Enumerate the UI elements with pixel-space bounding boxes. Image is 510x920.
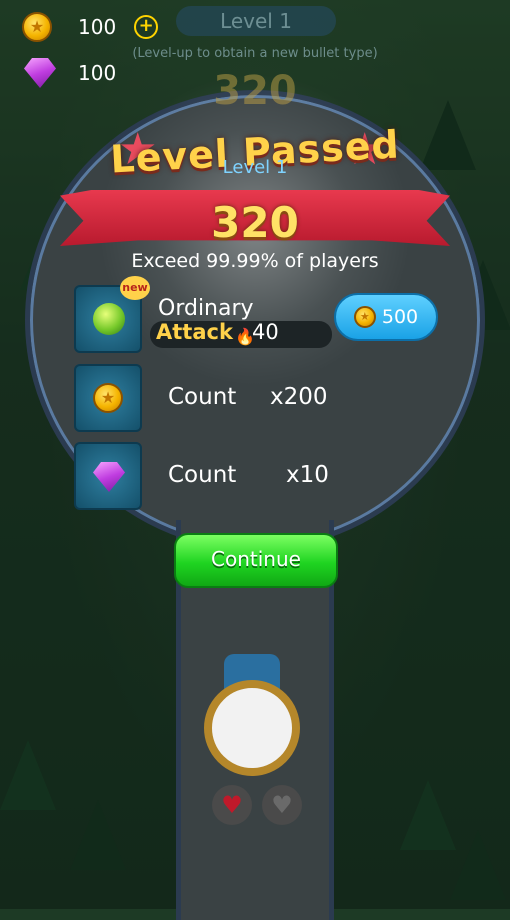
level-subtitle: Level 1: [222, 157, 288, 178]
gem-reward-label: Count: [168, 462, 237, 488]
coin-counter: 100 +: [22, 12, 159, 42]
coin-reward-box: [74, 364, 142, 432]
cannon-ring: [204, 680, 300, 776]
buy-price: 500: [381, 306, 419, 328]
attack-value: 40: [252, 320, 279, 344]
score-value: 320: [211, 198, 299, 247]
continue-button[interactable]: Continue: [174, 533, 338, 588]
add-coins-button[interactable]: +: [134, 15, 159, 39]
coin-icon: [353, 306, 376, 328]
coin-icon: [22, 12, 52, 42]
coin-icon: [93, 383, 123, 413]
bullet-name: Ordinary: [158, 296, 254, 321]
cannon: [204, 654, 304, 776]
attack-label: Attack: [156, 320, 233, 344]
gem-reward-box: [74, 442, 142, 510]
heart-icon: ♥: [212, 785, 252, 825]
heart-empty-icon: ♥: [262, 785, 302, 825]
gem-reward-count: x10: [286, 462, 329, 488]
coin-reward-count: x200: [270, 384, 328, 410]
bullet-icon: [93, 303, 125, 335]
exceed-text: Exceed 99.99% of players: [131, 250, 379, 272]
coin-reward-label: Count: [168, 384, 237, 410]
background-score: 320: [213, 68, 297, 114]
gem-icon: [93, 462, 125, 492]
level-indicator: Level 1: [176, 6, 336, 36]
coin-amount: 100: [78, 15, 117, 39]
buy-bullet-button[interactable]: 500: [334, 293, 438, 341]
new-badge: new: [120, 276, 150, 300]
